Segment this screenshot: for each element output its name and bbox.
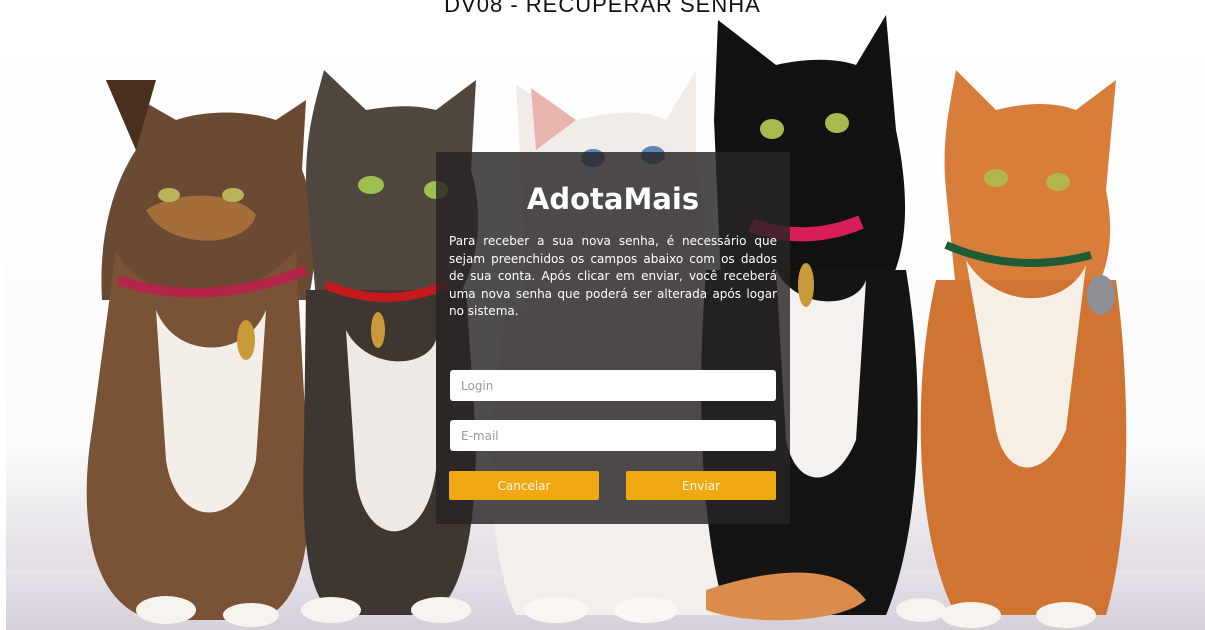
send-button[interactable]: Enviar [626, 471, 776, 500]
page-title: DV08 - RECUPERAR SENHA [444, 0, 761, 17]
login-input[interactable] [450, 370, 776, 401]
instructions-text: Para receber a sua nova senha, é necessá… [449, 234, 777, 318]
cancel-button[interactable]: Cancelar [449, 471, 599, 500]
brand-title: AdotaMais [526, 182, 700, 216]
email-input[interactable] [450, 420, 776, 451]
ginger-cat [920, 70, 1127, 628]
calico-cat [86, 80, 315, 627]
password-recovery-card: AdotaMais Para receber a sua nova senha,… [436, 152, 790, 524]
